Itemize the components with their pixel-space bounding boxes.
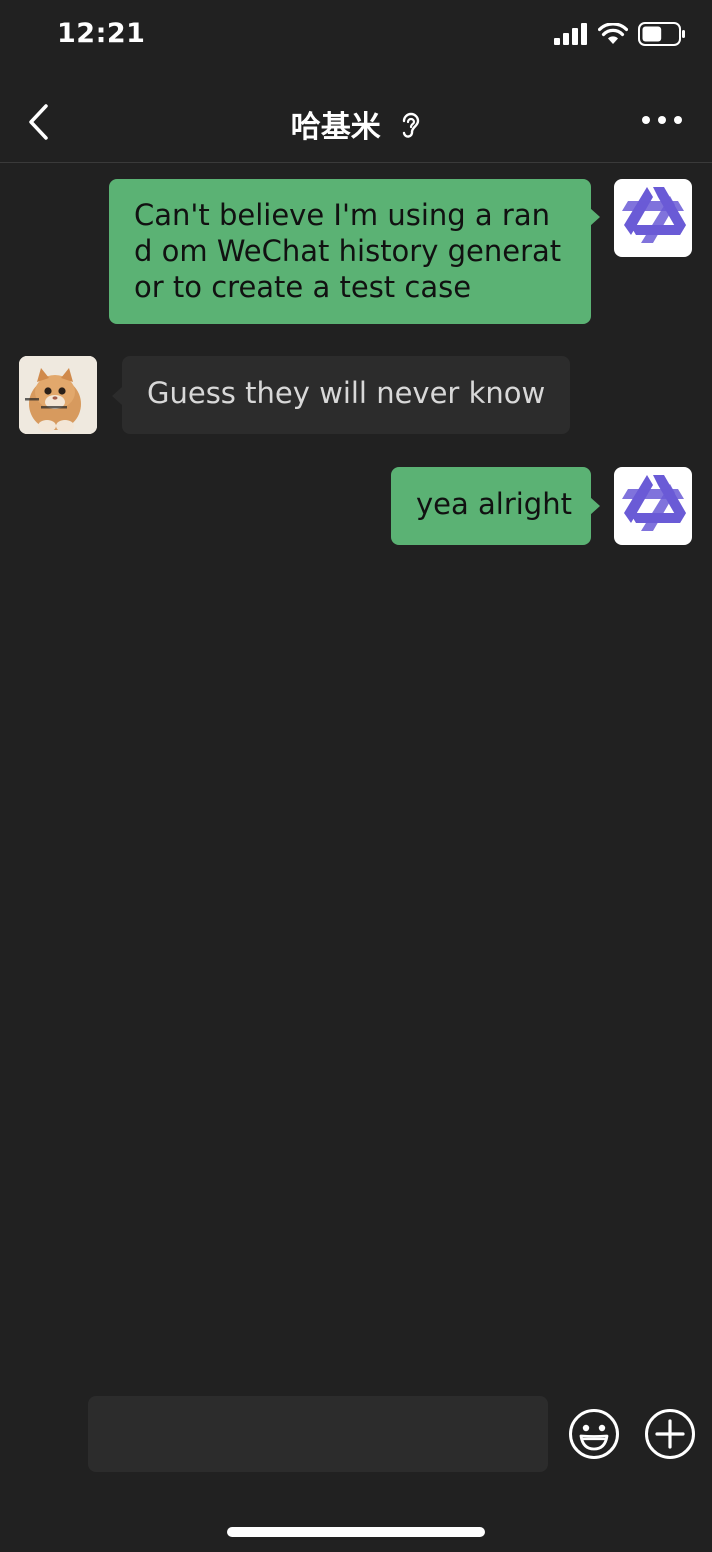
more-options-button[interactable] <box>642 108 682 132</box>
cat-photo <box>19 356 97 434</box>
message-text: Can't believe I'm using a rand om WeChat… <box>134 198 562 304</box>
message-input[interactable] <box>88 1396 548 1472</box>
app-logo-avatar[interactable] <box>614 179 692 257</box>
battery-icon <box>638 22 685 46</box>
message-bubble-outgoing[interactable]: yea alright <box>391 467 591 545</box>
status-bar: 12:21 <box>0 0 712 80</box>
message-text: yea alright <box>416 487 572 521</box>
message-row: yea alright <box>0 466 712 548</box>
plus-circle-icon <box>645 1409 695 1459</box>
bubble-tail <box>590 208 600 226</box>
chat-title: 哈基米 <box>290 110 381 145</box>
home-indicator[interactable] <box>227 1527 485 1537</box>
app-logo-icon <box>622 475 686 531</box>
cellular-signal-icon <box>554 23 587 45</box>
message-row: Guess they will never know <box>0 355 712 437</box>
emoji-icon <box>569 1409 619 1459</box>
status-time: 12:21 <box>57 18 146 49</box>
cat-avatar[interactable] <box>19 356 97 434</box>
app-logo-avatar[interactable] <box>614 467 692 545</box>
wifi-icon <box>598 23 628 44</box>
bubble-tail <box>112 387 122 405</box>
more-dots-icon <box>642 116 650 124</box>
emoji-button[interactable] <box>568 1408 620 1460</box>
chat-title-area[interactable]: 哈基米 <box>0 102 712 147</box>
input-bar <box>0 1380 712 1490</box>
ear-icon <box>399 111 421 147</box>
message-row: Can't believe I'm using a rand om WeChat… <box>0 178 712 328</box>
message-bubble-outgoing[interactable]: Can't believe I'm using a rand om WeChat… <box>109 179 591 324</box>
message-text: Guess they will never know <box>147 376 546 410</box>
app-logo-icon <box>622 187 686 243</box>
chat-header: 哈基米 <box>0 80 712 163</box>
bubble-tail <box>590 497 600 515</box>
status-icons <box>554 22 686 46</box>
message-bubble-incoming[interactable]: Guess they will never know <box>122 356 571 434</box>
more-functions-button[interactable] <box>644 1408 696 1460</box>
